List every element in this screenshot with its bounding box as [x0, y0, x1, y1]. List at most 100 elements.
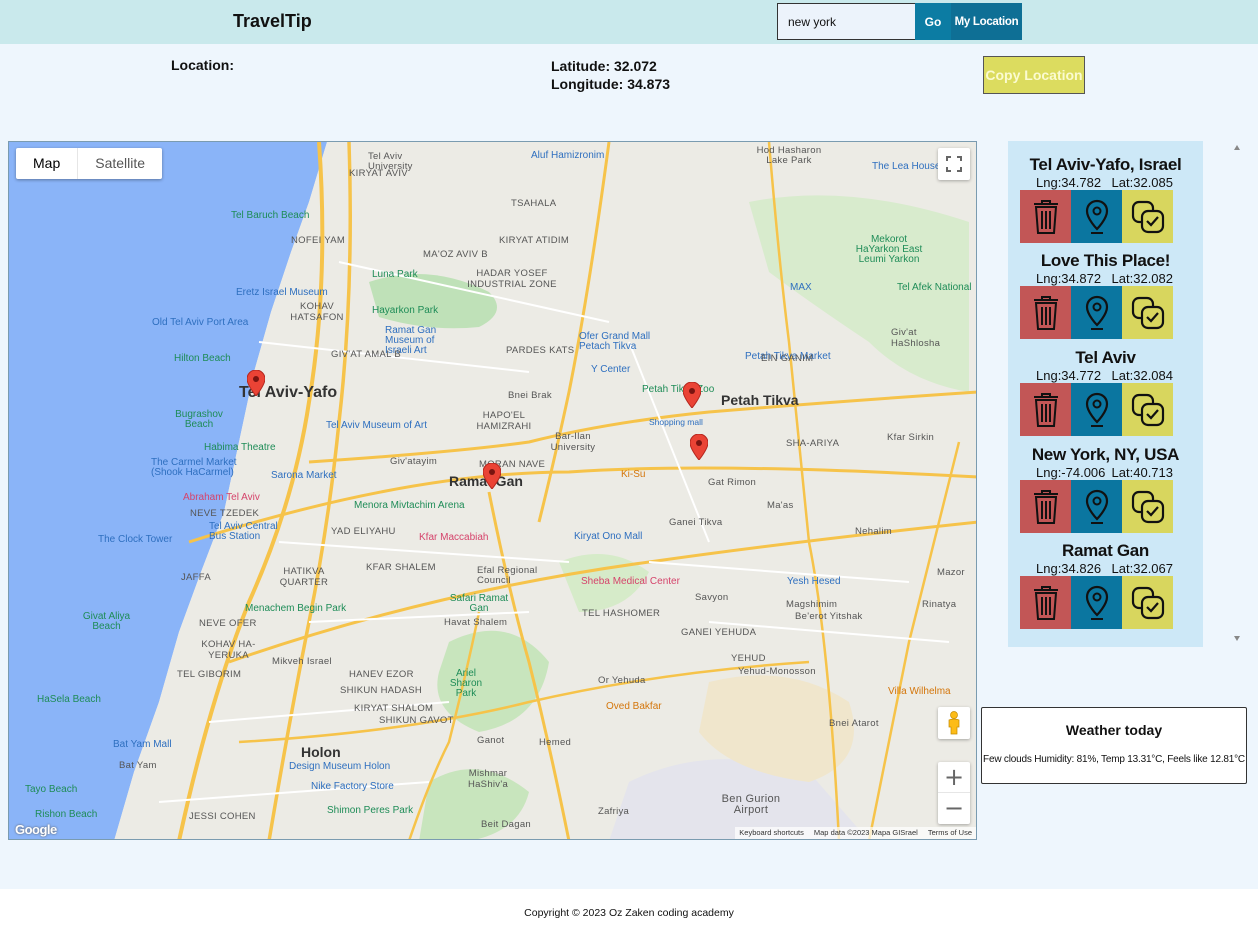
map-data-text: Map data ©2023 Mapa GISrael — [813, 828, 918, 837]
area-label: NEVE TZEDEK — [190, 508, 260, 519]
copy-check-icon — [1131, 200, 1164, 233]
area-label: KOHAV HA-YERUKA — [201, 639, 256, 661]
location-label: Location: — [171, 57, 234, 73]
poi-label: Bugrashov Beach — [175, 409, 223, 430]
pegman-icon — [948, 711, 960, 735]
poi-label: The Lea House — [872, 161, 941, 172]
place-coords: Lng:34.826 Lat:32.067 — [1008, 561, 1203, 576]
copy-place-button[interactable] — [1122, 480, 1173, 533]
area-label: TEL HASHOMER — [582, 608, 661, 619]
app-brand: TravelTip — [233, 11, 312, 31]
map-pin-icon — [1085, 295, 1108, 330]
area-label: EIN GANIM — [761, 353, 814, 364]
delete-button[interactable] — [1020, 576, 1071, 629]
poi-label: Tel Aviv Central Bus Station — [209, 521, 278, 542]
poi-label: Menachem Begin Park — [245, 603, 347, 614]
copy-place-button[interactable] — [1122, 286, 1173, 339]
go-to-place-button[interactable] — [1071, 576, 1122, 629]
keyboard-shortcuts-link[interactable]: Keyboard shortcuts — [739, 827, 804, 839]
poi-label: Oved Bakfar — [606, 701, 662, 712]
map-type-map-button[interactable]: Map — [16, 148, 79, 179]
poi-label: MAX — [790, 282, 812, 293]
poi-label: The Clock Tower — [98, 534, 173, 545]
poi-label: Hayarkon Park — [372, 305, 439, 316]
area-label: KOHAV HATSAFON — [290, 301, 344, 323]
poi-label: Givat Aliya Beach — [82, 611, 131, 632]
search-input[interactable] — [777, 3, 915, 40]
area-label: GANEI YEHUDA — [681, 627, 757, 638]
area-label: Bnei Atarot — [829, 718, 879, 729]
area-label: Giv'atayim — [390, 456, 438, 467]
list-item: New York, NY, USA Lng:-74.006 Lat:40.713 — [1008, 445, 1203, 533]
current-coords: Latitude: 32.072 Longitude: 34.873 — [551, 57, 670, 93]
area-label: Nehalim — [855, 526, 892, 537]
area-label: HATIKVA QUARTER — [279, 566, 329, 588]
zoom-in-button[interactable]: + — [938, 762, 970, 793]
poi-label: Bat Yam Mall — [113, 739, 172, 750]
map-marker-icon[interactable] — [483, 463, 501, 489]
map-marker-icon[interactable] — [683, 382, 701, 408]
area-label: Kfar Sirkin — [887, 432, 935, 443]
poi-label: Aluf Hamizronim — [531, 150, 605, 161]
map-pin-icon — [1085, 199, 1108, 234]
area-label: YAD ELIYAHU — [331, 526, 396, 537]
page-footer: Copyright © 2023 Oz Zaken coding academy — [0, 889, 1258, 937]
area-label: Ma'as — [767, 500, 794, 511]
trash-icon — [1033, 489, 1058, 524]
poi-label: Villa Wilhelma — [888, 686, 951, 697]
place-name: Tel Aviv-Yafo, Israel — [1029, 155, 1182, 174]
area-label: NEVE OFER — [199, 618, 257, 629]
poi-label: Efal Regional Council — [477, 565, 538, 586]
delete-button[interactable] — [1020, 190, 1071, 243]
poi-label: Habima Theatre — [204, 442, 276, 453]
area-label: Rinatya — [922, 599, 957, 610]
list-scrollbar[interactable] — [1231, 141, 1245, 647]
map[interactable]: Tel Aviv-Yafo Ramat Gan Petah Tikva Holo… — [8, 141, 977, 840]
poi-label: Ben Gurion Airport — [721, 793, 781, 816]
terms-link[interactable]: Terms of Use — [928, 827, 972, 839]
copy-location-button[interactable]: Copy Location — [983, 56, 1085, 94]
scroll-up-icon[interactable] — [1234, 145, 1240, 150]
area-label: Bnei Brak — [508, 390, 552, 401]
go-to-place-button[interactable] — [1071, 286, 1122, 339]
map-marker-icon[interactable] — [247, 370, 265, 396]
street-view-button[interactable] — [938, 707, 970, 739]
poi-label: Shopping mall — [649, 417, 703, 427]
go-button[interactable]: Go — [915, 3, 951, 40]
area-label: Be'erot Yitshak — [795, 611, 863, 622]
place-name: Ramat Gan — [1061, 541, 1150, 560]
delete-button[interactable] — [1020, 286, 1071, 339]
place-lng: Lng:34.872 — [1036, 271, 1102, 286]
area-label: HAPO'EL HAMIZRAHI — [476, 410, 532, 432]
map-attribution: Keyboard shortcuts Map data ©2023 Mapa G… — [735, 827, 976, 839]
place-lng: Lng:34.772 — [1036, 368, 1102, 383]
copy-place-button[interactable] — [1122, 383, 1173, 436]
copy-place-button[interactable] — [1122, 190, 1173, 243]
fullscreen-button[interactable] — [938, 148, 970, 180]
map-type-satellite-button[interactable]: Satellite — [78, 148, 162, 179]
poi-label: Yesh Hesed — [787, 576, 841, 587]
poi-label: Ki-Su — [621, 469, 646, 480]
place-lat: Lat:40.713 — [1111, 465, 1173, 480]
zoom-out-button[interactable]: − — [938, 793, 970, 824]
poi-label: Rishon Beach — [35, 809, 98, 820]
copy-place-button[interactable] — [1122, 576, 1173, 629]
scroll-down-icon[interactable] — [1234, 636, 1240, 641]
go-to-place-button[interactable] — [1071, 383, 1122, 436]
area-label: Savyon — [695, 592, 729, 603]
map-marker-icon[interactable] — [690, 434, 708, 460]
delete-button[interactable] — [1020, 480, 1071, 533]
go-to-place-button[interactable] — [1071, 480, 1122, 533]
go-to-place-button[interactable] — [1071, 190, 1122, 243]
poi-label: Y Center — [591, 364, 631, 375]
poi-label: Abraham Tel Aviv — [183, 492, 260, 503]
poi-label: Nike Factory Store — [311, 781, 394, 792]
weather-description: Few clouds Humidity: 81%, Temp 13.31°C, … — [983, 754, 1245, 765]
delete-button[interactable] — [1020, 383, 1071, 436]
list-item: Ramat Gan Lng:34.826 Lat:32.067 — [1008, 541, 1203, 629]
poi-label: Design Museum Holon — [289, 761, 391, 772]
area-label: Or Yehuda — [598, 675, 646, 686]
my-location-button[interactable]: My Location — [951, 3, 1022, 40]
map-pin-icon — [1085, 392, 1108, 427]
city-label: Holon — [301, 744, 341, 760]
